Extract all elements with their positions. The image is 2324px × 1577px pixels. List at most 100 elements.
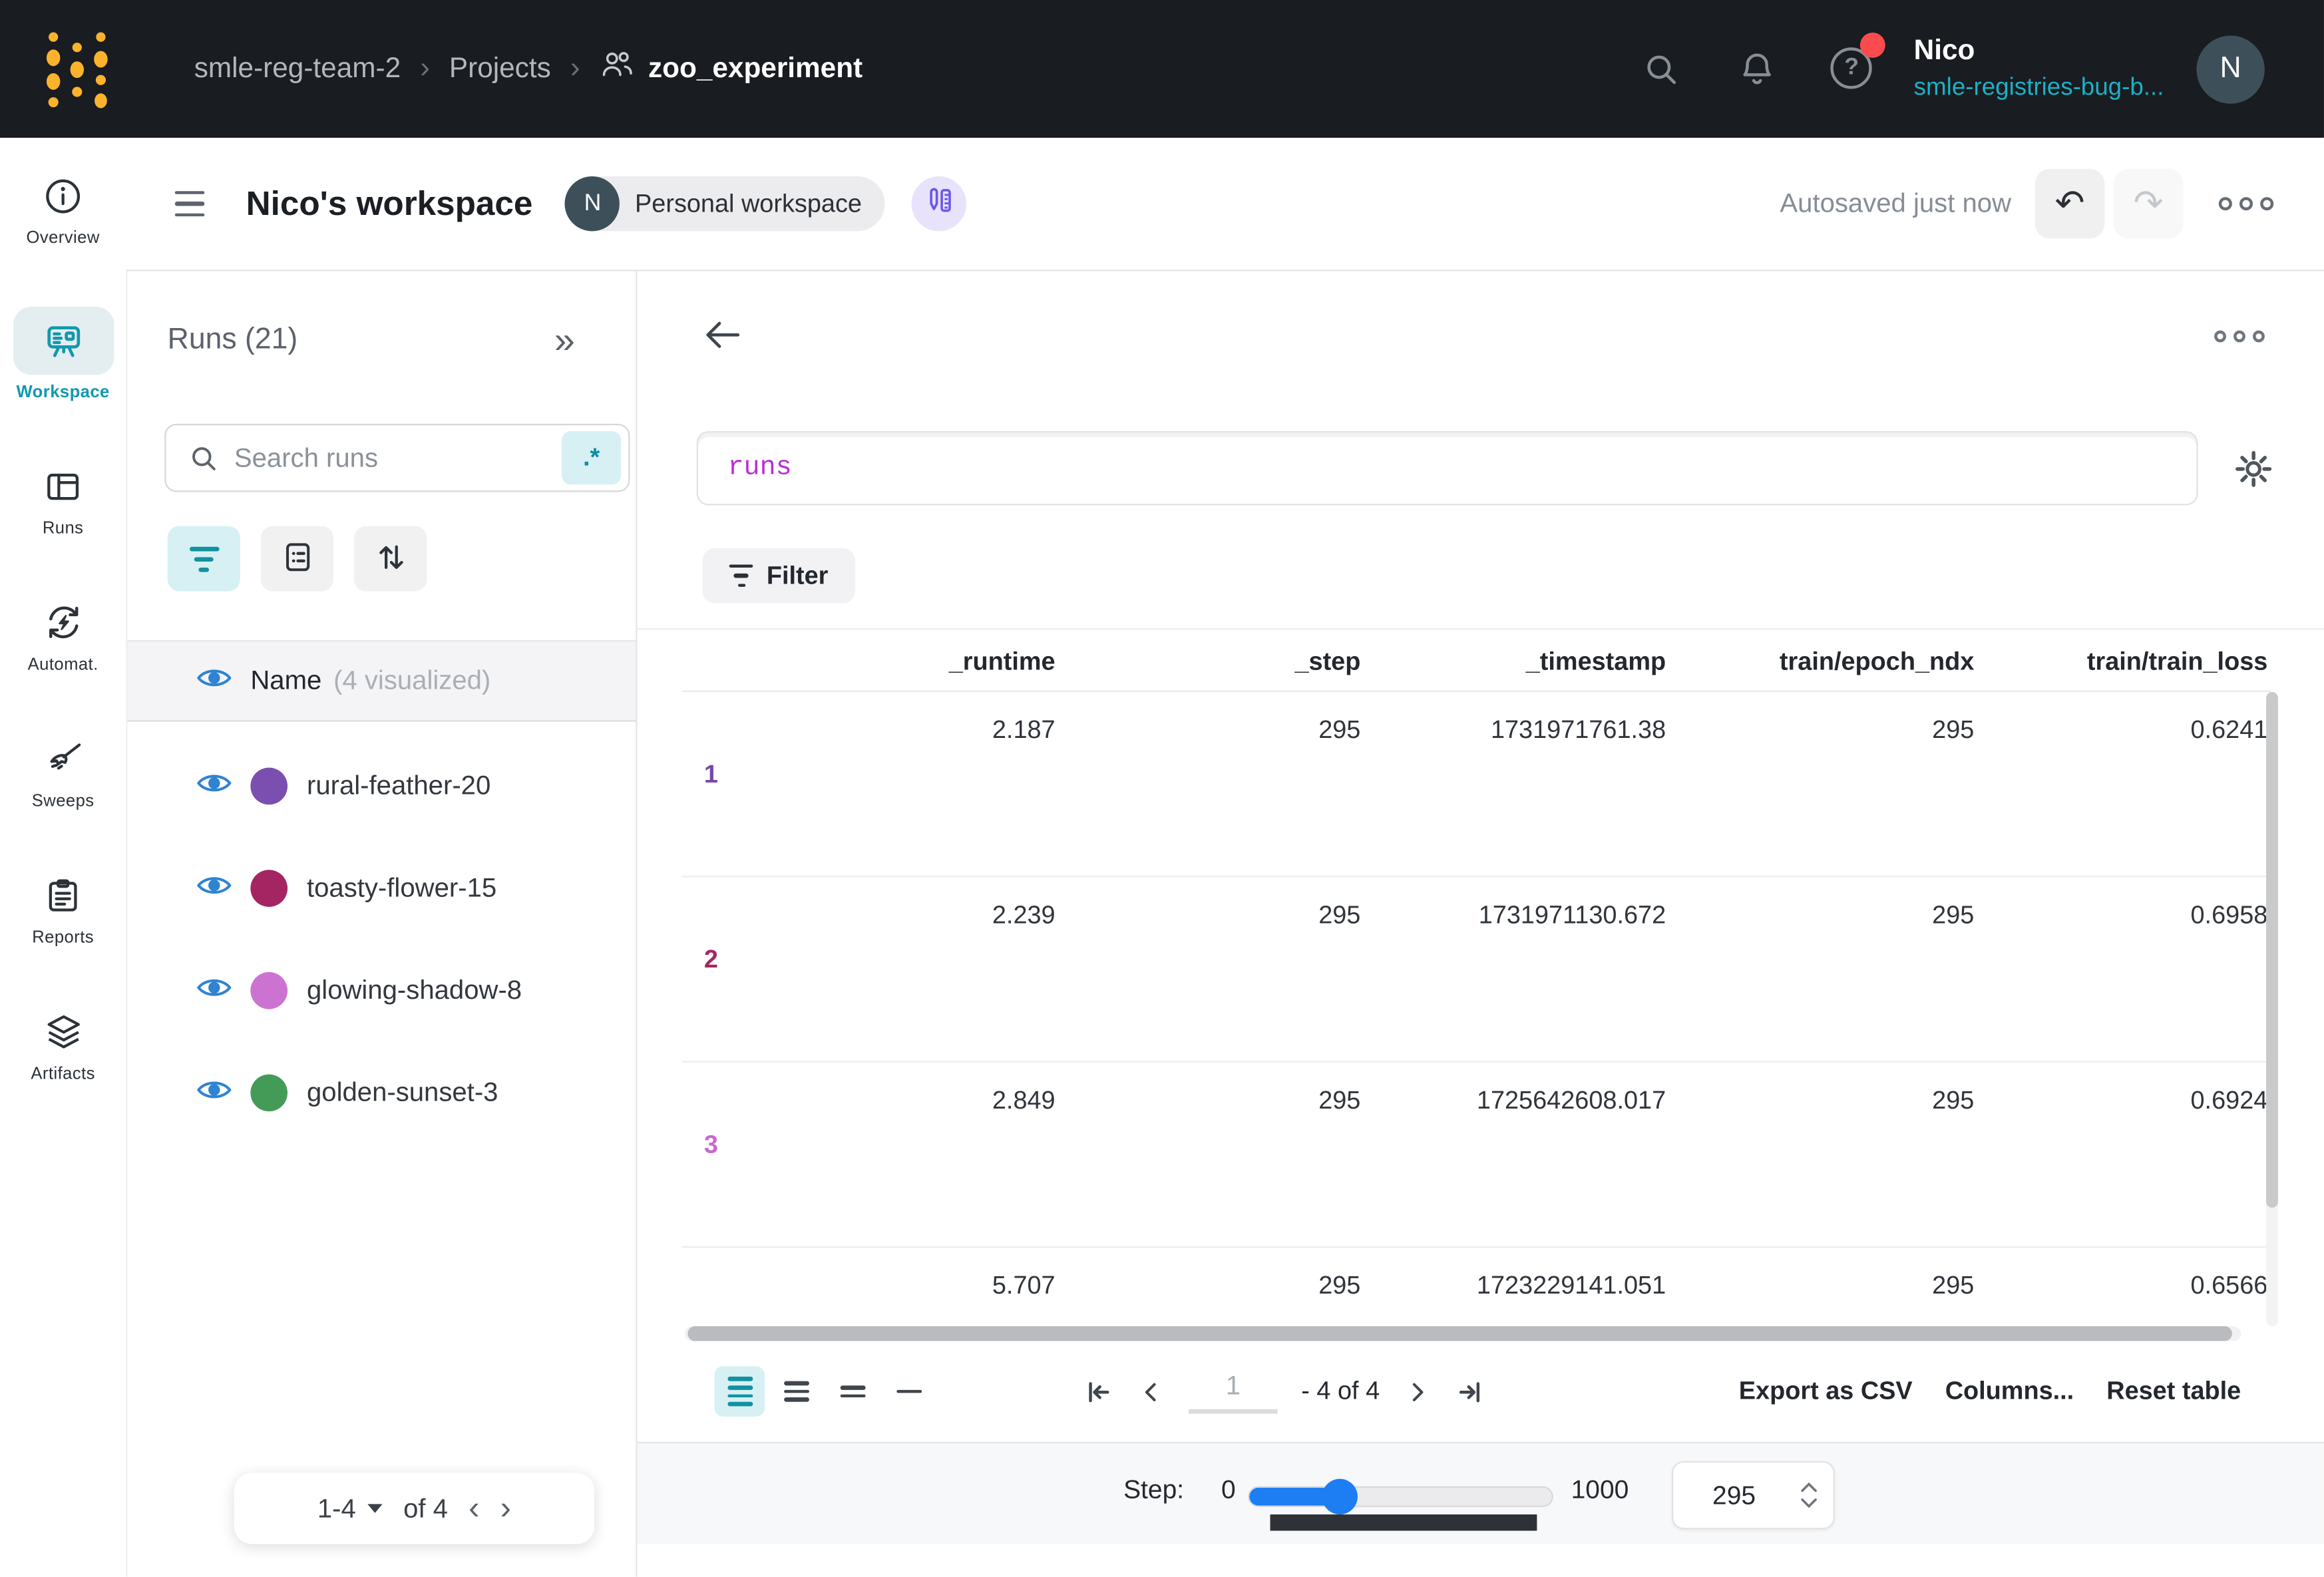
page-number-input[interactable] (1189, 1370, 1278, 1413)
undo-button[interactable]: ↶ (2035, 169, 2105, 239)
scrollbar-thumb[interactable] (687, 1326, 2232, 1341)
column-header[interactable]: _timestamp (1526, 647, 1666, 677)
cell-runtime: 2.849 (992, 1086, 1056, 1116)
sidebar-item-automations[interactable]: Automat. (28, 597, 98, 674)
row-index[interactable]: 1 (704, 760, 718, 790)
user-menu[interactable]: Nico smle-registries-bug-b... (1914, 35, 2164, 103)
broom-icon (42, 733, 83, 784)
gear-icon[interactable] (2233, 449, 2273, 496)
prev-page-icon[interactable] (1137, 1377, 1165, 1405)
run-list-item[interactable]: glowing-shadow-8 (128, 940, 636, 1042)
step-slider-track[interactable] (1248, 1487, 1553, 1507)
table-filter-button[interactable]: Filter (703, 548, 855, 603)
first-page-icon[interactable] (1082, 1376, 1113, 1407)
row-height-xl-button[interactable] (714, 1366, 765, 1417)
export-csv-button[interactable]: Export as CSV (1739, 1377, 1913, 1407)
next-page-icon[interactable] (1404, 1377, 1432, 1405)
cell-runtime: 2.239 (992, 901, 1056, 931)
sidebar-item-overview[interactable]: Overview (26, 170, 99, 248)
scrollbar-thumb[interactable] (2266, 692, 2278, 1208)
vertical-scrollbar[interactable] (2266, 692, 2278, 1326)
eye-icon[interactable] (197, 665, 231, 697)
eye-icon[interactable] (197, 1077, 231, 1109)
column-header[interactable]: train/epoch_ndx (1780, 647, 1974, 677)
step-value-input[interactable] (1673, 1463, 1795, 1528)
row-index[interactable]: 2 (704, 946, 718, 975)
breadcrumb-chevron-icon: › (570, 52, 580, 86)
wandb-logo-icon[interactable] (41, 25, 112, 114)
horizontal-scrollbar[interactable] (685, 1326, 2241, 1341)
eye-icon[interactable] (197, 770, 231, 802)
runs-name-header[interactable]: Name (4 visualized) (128, 640, 636, 721)
help-button[interactable]: ? (1831, 47, 1875, 91)
row-height-md-button[interactable] (827, 1366, 878, 1417)
run-list-item[interactable]: toasty-flower-15 (128, 837, 636, 940)
cell-timestamp: 1731971761.38 (1491, 716, 1666, 746)
row-height-sm-button[interactable] (883, 1366, 934, 1417)
back-arrow-icon[interactable] (703, 319, 743, 359)
search-icon[interactable] (1643, 50, 1681, 88)
table-row[interactable]: 2 2.239 295 1731971130.672 295 0.6958 (681, 877, 2270, 1062)
breadcrumb-projects[interactable]: Projects (449, 53, 551, 85)
run-name: toasty-flower-15 (307, 873, 496, 904)
info-icon (43, 170, 83, 221)
chevron-down-icon[interactable] (1800, 1489, 1819, 1516)
eye-icon[interactable] (197, 872, 231, 905)
filter-runs-button[interactable] (168, 526, 240, 592)
page-title: Nico's workspace (246, 184, 533, 224)
menu-icon[interactable] (175, 190, 205, 217)
last-page-icon[interactable] (1455, 1376, 1487, 1407)
cell-epoch: 295 (1932, 901, 1974, 931)
next-page-icon[interactable]: › (500, 1492, 511, 1525)
overflow-menu-icon[interactable] (2219, 197, 2273, 210)
customize-button[interactable] (912, 176, 967, 231)
redo-button[interactable]: ↷ (2114, 169, 2184, 239)
sidebar-item-reports[interactable]: Reports (32, 870, 94, 947)
run-name: golden-sunset-3 (307, 1077, 498, 1109)
sidebar-item-runs[interactable]: Runs (43, 461, 84, 538)
top-navbar: smle-reg-team-2 › Projects › zoo_experim… (0, 0, 2324, 138)
workspace-type-badge[interactable]: N Personal workspace (565, 176, 885, 231)
regex-toggle-button[interactable]: .* (562, 431, 621, 484)
row-index[interactable]: 4 (704, 1321, 718, 1326)
row-index[interactable]: 3 (704, 1131, 718, 1160)
prev-page-icon[interactable]: ‹ (469, 1492, 479, 1525)
step-slider-thumb[interactable] (1322, 1479, 1357, 1514)
breadcrumb-project[interactable]: zoo_experiment (600, 49, 863, 88)
run-list-item[interactable]: rural-feather-20 (128, 735, 636, 838)
table-row[interactable]: 3 2.849 295 1725642608.017 295 0.6924 (681, 1063, 2270, 1248)
breadcrumb-chevron-icon: › (420, 52, 430, 86)
columns-button[interactable]: Columns... (1945, 1377, 2074, 1407)
breadcrumb-team[interactable]: smle-reg-team-2 (194, 53, 401, 85)
row-height-toggle (714, 1366, 934, 1417)
collapse-panel-icon[interactable]: » (554, 320, 575, 363)
column-header[interactable]: _step (1294, 647, 1360, 677)
sidebar-item-label: Workspace (17, 384, 110, 402)
page-range-dropdown[interactable]: 1-4 (317, 1493, 383, 1524)
bell-icon[interactable] (1738, 49, 1778, 88)
visualized-count-label: (4 visualized) (333, 665, 490, 697)
cell-step: 295 (1318, 1272, 1360, 1302)
cell-step: 295 (1318, 1086, 1360, 1116)
run-list-item[interactable]: golden-sunset-3 (128, 1042, 636, 1144)
table-overflow-menu-icon[interactable] (2214, 331, 2265, 343)
eye-icon[interactable] (197, 974, 231, 1007)
sidebar-item-artifacts[interactable]: Artifacts (31, 1006, 95, 1083)
caret-down-icon (368, 1504, 383, 1512)
sort-runs-button[interactable] (354, 526, 427, 592)
avatar[interactable]: N (2196, 35, 2264, 102)
column-header[interactable]: _runtime (949, 647, 1056, 677)
sidebar-item-workspace[interactable]: Workspace (13, 307, 113, 402)
breadcrumb-project-label: zoo_experiment (648, 53, 863, 85)
sidebar-item-sweeps[interactable]: Sweeps (32, 733, 95, 810)
table-actions: Export as CSV Columns... Reset table (1739, 1354, 2241, 1428)
reset-table-button[interactable]: Reset table (2106, 1377, 2241, 1407)
run-details-button[interactable] (261, 526, 333, 592)
table-row[interactable]: 4 5.707 295 1723229141.051 295 0.6566 (681, 1248, 2270, 1326)
query-input[interactable] (698, 433, 2196, 504)
table-pagination: - 4 of 4 (1082, 1354, 1487, 1428)
search-runs-input[interactable] (234, 442, 562, 474)
row-height-lg-button[interactable] (771, 1366, 821, 1417)
table-row[interactable]: 1 2.187 295 1731971761.38 295 0.6241 (681, 692, 2270, 877)
column-header[interactable]: train/train_loss (2087, 647, 2267, 677)
